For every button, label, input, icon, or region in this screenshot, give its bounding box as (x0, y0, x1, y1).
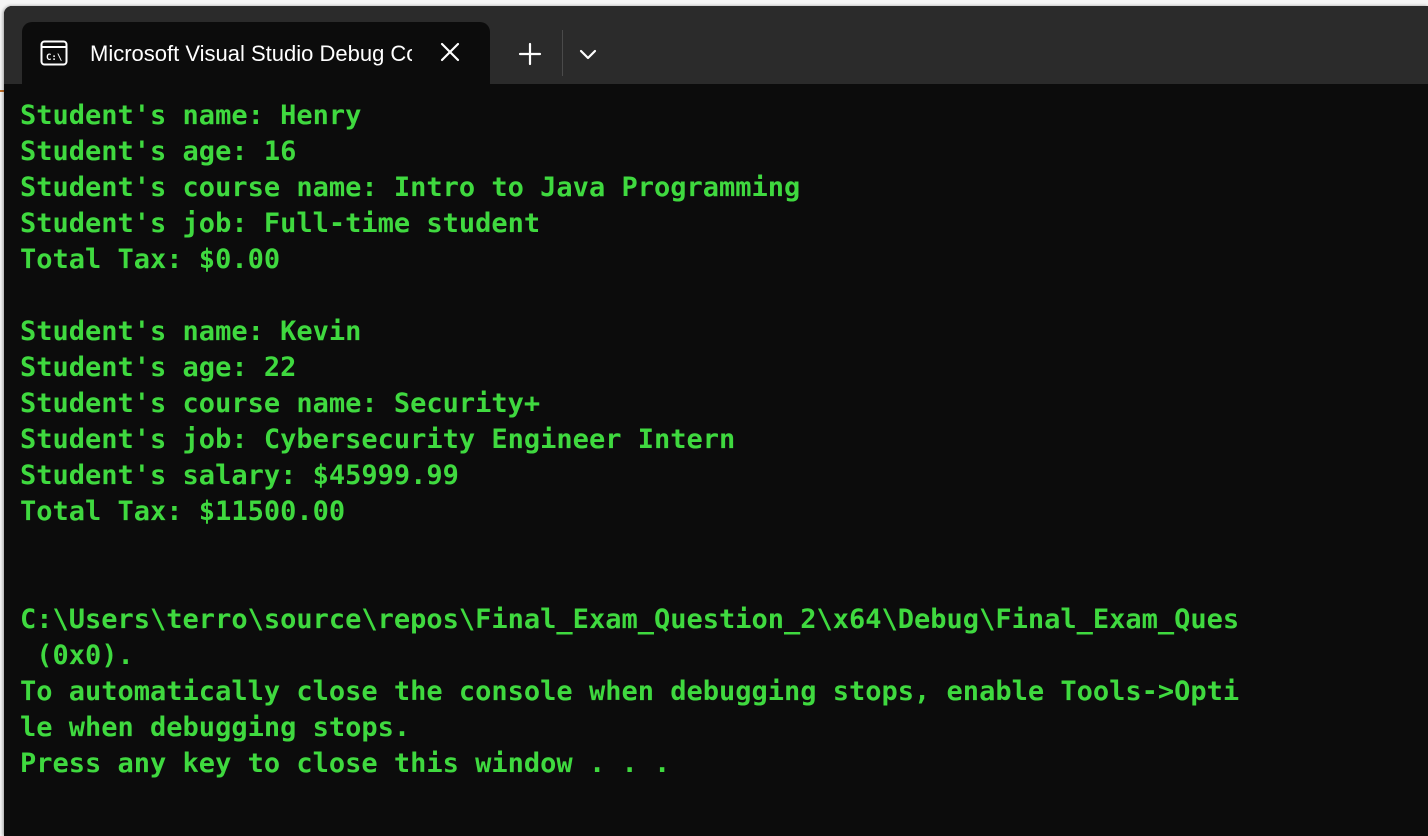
svg-text:C:\: C:\ (46, 53, 62, 63)
console-line: Student's job: Cybersecurity Engineer In… (20, 424, 736, 455)
chevron-down-icon[interactable] (570, 36, 606, 72)
tab-separator (562, 30, 563, 76)
terminal-window: C:\ Microsoft Visual Studio Debug Consol… (4, 6, 1428, 836)
plus-icon[interactable] (512, 36, 548, 72)
console-line: To automatically close the console when … (20, 676, 1240, 707)
console-line: Student's name: Kevin (20, 316, 362, 347)
console-line: Student's job: Full-time student (20, 208, 541, 239)
console-icon: C:\ (40, 40, 68, 66)
console-line: Press any key to close this window . . . (20, 748, 671, 779)
console-line: Student's salary: $45999.99 (20, 460, 459, 491)
console-line: Student's name: Henry (20, 100, 362, 131)
console-line: le when debugging stops. (20, 712, 411, 743)
tab-debug-console[interactable]: C:\ Microsoft Visual Studio Debug Consol… (22, 22, 490, 84)
console-line: Student's age: 22 (20, 352, 297, 383)
console-line: C:\Users\terro\source\repos\Final_Exam_Q… (20, 604, 1240, 635)
console-output[interactable]: Student's name: Henry Student's age: 16 … (4, 84, 1428, 836)
console-line: Total Tax: $11500.00 (20, 496, 346, 527)
tab-bar: C:\ Microsoft Visual Studio Debug Consol… (4, 6, 1428, 84)
close-icon[interactable] (436, 38, 464, 66)
tab-title: Microsoft Visual Studio Debug Console (90, 41, 412, 66)
console-line: Student's age: 16 (20, 136, 297, 167)
console-line: (0x0). (20, 640, 134, 671)
console-lines: Student's name: Henry Student's age: 16 … (20, 98, 1239, 782)
console-line: Student's course name: Intro to Java Pro… (20, 172, 801, 203)
console-line: Total Tax: $0.00 (20, 244, 281, 275)
console-line: Student's course name: Security+ (20, 388, 541, 419)
